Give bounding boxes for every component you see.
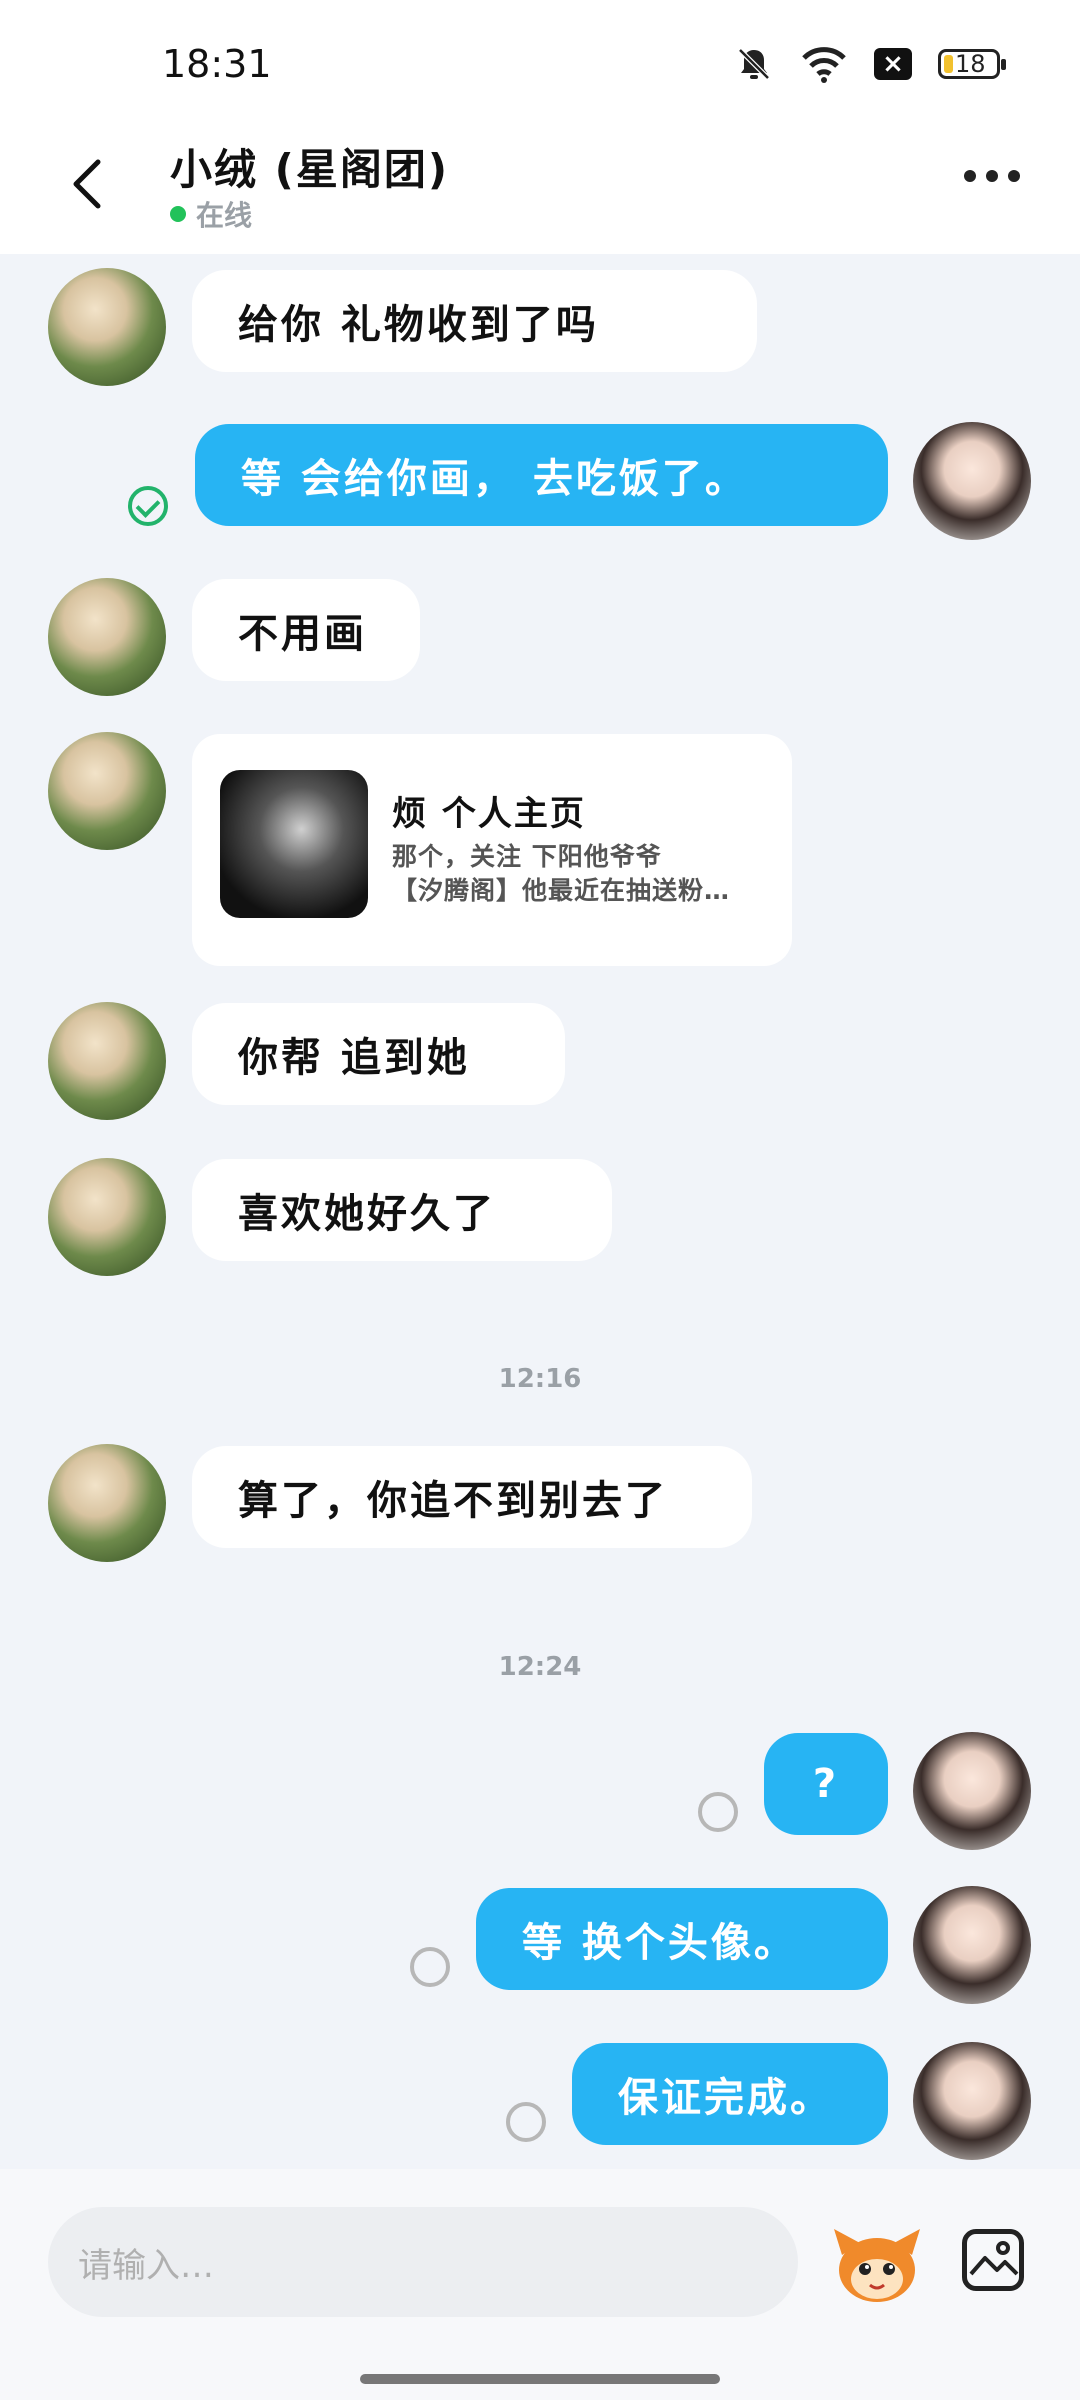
message-bubble-incoming[interactable]: 给你 礼物收到了吗: [192, 270, 757, 372]
input-bar: 请输入…: [0, 2169, 1080, 2400]
message-bubble-outgoing[interactable]: 等 会给你画， 去吃饭了。: [195, 424, 888, 526]
message-bubble-incoming[interactable]: 算了，你追不到别去了: [192, 1446, 752, 1548]
image-icon[interactable]: [962, 2229, 1024, 2291]
more-dots-icon[interactable]: [964, 170, 1020, 182]
online-status: 在线: [170, 194, 252, 234]
status-time: 18:31: [162, 42, 272, 86]
message-bubble-outgoing[interactable]: 等 换个头像。: [476, 1888, 888, 1990]
card-title: 烦 个人主页: [392, 794, 586, 834]
sim-x-icon: ×: [874, 48, 912, 80]
contact-avatar[interactable]: [48, 1444, 166, 1562]
message-bubble-outgoing[interactable]: 保证完成。: [572, 2043, 888, 2145]
my-avatar[interactable]: [913, 1886, 1031, 2004]
message-input[interactable]: 请输入…: [48, 2207, 798, 2317]
chat-header: 小绒 (星阁团) 在线: [0, 120, 1080, 254]
contact-avatar[interactable]: [48, 1002, 166, 1120]
my-avatar[interactable]: [913, 1732, 1031, 1850]
chevron-left-icon[interactable]: [58, 154, 118, 214]
pending-circle-icon: [698, 1792, 738, 1832]
card-desc-line: 那个，关注 下阳他爷爷: [392, 842, 662, 871]
contact-name[interactable]: 小绒 (星阁团): [170, 136, 449, 197]
online-dot-icon: [170, 206, 186, 222]
profile-share-card[interactable]: 烦 个人主页 那个，关注 下阳他爷爷 【汐腾阁】他最近在抽送粉…: [192, 734, 792, 966]
battery-icon: 18: [938, 49, 1006, 79]
message-bubble-incoming[interactable]: 不用画: [192, 579, 420, 681]
status-icons: × 18: [734, 44, 1006, 84]
battery-level: 18: [955, 50, 986, 78]
wifi-icon: [802, 47, 846, 83]
contact-avatar[interactable]: [48, 268, 166, 386]
mascot-sticker-icon[interactable]: [832, 2225, 922, 2305]
pending-circle-icon: [410, 1947, 450, 1987]
card-description: 那个，关注 下阳他爷爷 【汐腾阁】他最近在抽送粉…: [392, 840, 772, 908]
home-indicator[interactable]: [360, 2374, 720, 2384]
timestamp: 12:24: [498, 1652, 582, 1682]
card-thumbnail: [220, 770, 368, 918]
pending-circle-icon: [506, 2102, 546, 2142]
check-circle-icon: [128, 486, 168, 526]
message-bubble-incoming[interactable]: 你帮 追到她: [192, 1003, 565, 1105]
my-avatar[interactable]: [913, 422, 1031, 540]
message-bubble-outgoing[interactable]: ?: [764, 1733, 888, 1835]
card-desc-line: 【汐腾阁】他最近在抽送粉…: [392, 876, 731, 905]
my-avatar[interactable]: [913, 2042, 1031, 2160]
timestamp: 12:16: [498, 1364, 582, 1394]
contact-avatar[interactable]: [48, 732, 166, 850]
status-bar: 18:31 × 18: [0, 0, 1080, 120]
contact-avatar[interactable]: [48, 1158, 166, 1276]
message-list[interactable]: 给你 礼物收到了吗 等 会给你画， 去吃饭了。 不用画 烦 个人主页 那个，关注…: [0, 254, 1080, 2169]
mute-bell-icon: [738, 48, 770, 80]
contact-avatar[interactable]: [48, 578, 166, 696]
message-bubble-incoming[interactable]: 喜欢她好久了: [192, 1159, 612, 1261]
online-status-text: 在线: [196, 199, 253, 232]
